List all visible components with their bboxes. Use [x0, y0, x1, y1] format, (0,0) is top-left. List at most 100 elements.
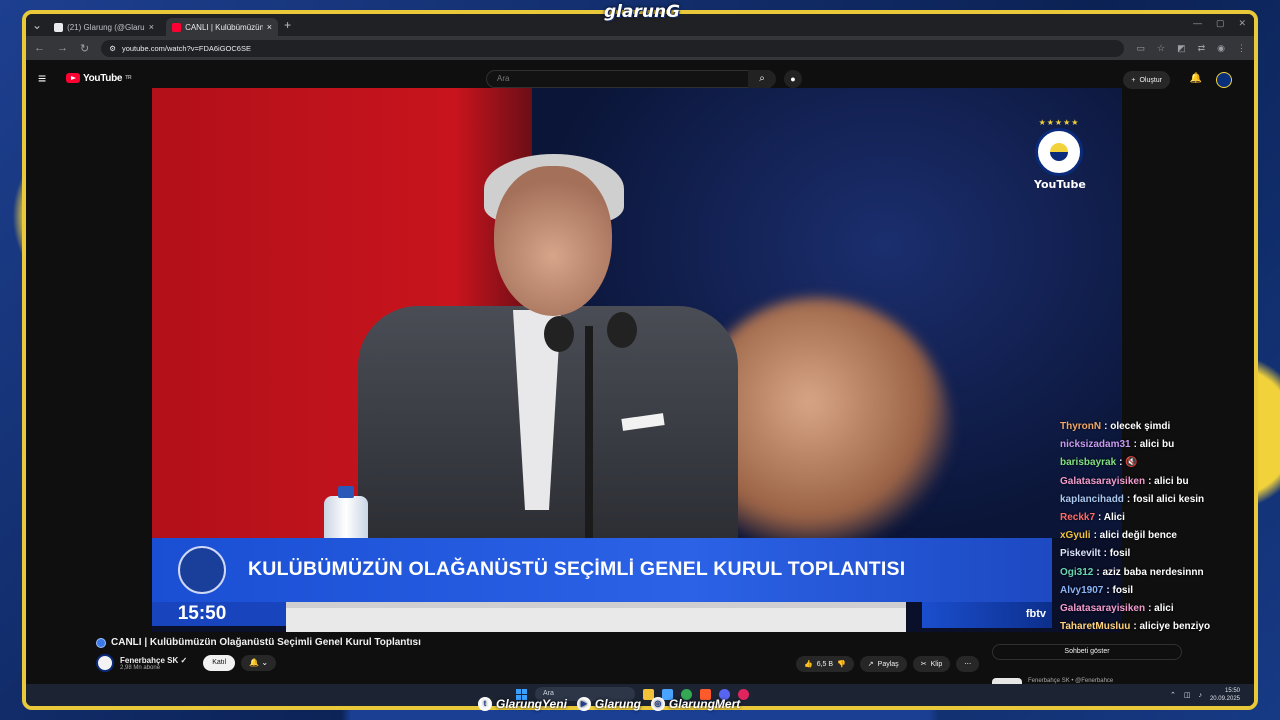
thumbs-down-icon[interactable]: 👎	[837, 660, 846, 668]
chat-text: : fosil	[1106, 584, 1134, 596]
notifications-bell-icon[interactable]: 🔔	[1190, 73, 1202, 84]
share-button[interactable]: ↗ Paylaş	[859, 656, 907, 672]
live-globe-icon	[96, 637, 106, 648]
social-footer: t GlarungYeni ▶ Glarung ◎ GlarungMert	[478, 697, 740, 711]
chat-username: Piskevilt	[1060, 548, 1101, 560]
microphone-stand	[585, 326, 593, 546]
clip-label: Klip	[930, 660, 943, 668]
join-button[interactable]: Katıl	[203, 655, 236, 671]
close-icon[interactable]: ×	[149, 22, 154, 32]
stars-icon: ★★★★★	[1038, 118, 1080, 127]
x-favicon-icon	[54, 22, 64, 32]
instagram-icon: ◎	[650, 697, 665, 711]
time-text: 15:50	[1224, 688, 1240, 694]
chat-text: : aziz baba nerdesinnn	[1096, 566, 1204, 578]
forward-icon[interactable]: →	[57, 42, 68, 54]
tab-x[interactable]: (21) Glarung (@GlarungYedek) / X ×	[48, 18, 160, 36]
create-label: Oluştur	[1139, 76, 1162, 84]
chat-message: Piskevilt: fosil	[1060, 545, 1250, 563]
tab-search-icon[interactable]: ⌄	[32, 18, 42, 32]
chat-message: Galatasarayisiken: alici bu	[1060, 473, 1250, 491]
youtube-play-icon	[66, 73, 80, 83]
reload-icon[interactable]: ↻	[80, 42, 89, 55]
fbtv-tag: fbtv	[922, 602, 1052, 628]
chat-username: nicksizadam31	[1060, 439, 1131, 451]
system-tray: ⌃ ◫ ♪ 15:50 20.09.2025	[1170, 687, 1240, 703]
like-count: 6,5 B	[816, 660, 834, 668]
clip-button[interactable]: ✂ Klip	[912, 656, 951, 672]
menu-icon[interactable]: ≡	[38, 70, 60, 86]
chat-overlay: ThyronN: olecek şimdi nicksizadam31: alic…	[1060, 418, 1250, 640]
youtube-logo-text: YouTube	[83, 72, 123, 84]
minimize-icon[interactable]: —	[1193, 18, 1202, 29]
chat-username: ThyronN	[1060, 421, 1102, 432]
like-button[interactable]: 👍 6,5 B 👎	[796, 656, 854, 672]
channel-name[interactable]: Fenerbahçe SK ✓	[120, 656, 187, 665]
browser-menu-icon[interactable]: ⋮	[1237, 43, 1246, 54]
verified-icon: ✓	[180, 655, 188, 665]
network-icon[interactable]: ◫	[1184, 691, 1191, 699]
lower-third-banner: KULÜBÜMÜZÜN OLAĞANÜSTÜ SEÇİMLİ GENEL KUR…	[152, 538, 1052, 602]
bookmark-star-icon[interactable]: ☆	[1157, 43, 1165, 54]
chat-message: Reckk7: Alici	[1060, 509, 1250, 527]
instagram-handle: GlarungMert	[668, 697, 741, 711]
scissors-icon: ✂	[920, 661, 927, 668]
site-info-icon[interactable]: ⚙	[109, 44, 116, 53]
region-code: TR	[125, 75, 132, 81]
extension-icon[interactable]: ◩	[1177, 43, 1186, 54]
url-field[interactable]: ⚙ youtube.com/watch?v=FDA6iGOC6SE	[101, 39, 1125, 57]
search-icon[interactable]: ⌕	[748, 70, 776, 88]
microphone-left	[544, 316, 574, 352]
channel-watermark: ★★★★★ YouTube	[1034, 118, 1086, 191]
account-avatar[interactable]	[1216, 72, 1232, 88]
chat-message: Ogi312: aziz baba nerdesinnn	[1060, 564, 1250, 582]
search-input[interactable]: Ara	[486, 70, 770, 88]
channel-avatar[interactable]	[96, 654, 114, 672]
chat-text: : alici bu	[1133, 439, 1175, 451]
video-player[interactable]: ★★★★★ YouTube KULÜBÜMÜZÜN OLAĞANÜSTÜ SEÇ…	[152, 88, 1122, 632]
chat-text: : alici değil bence	[1093, 530, 1177, 542]
chat-text: : aliciye benziyo	[1133, 621, 1211, 633]
water-bottle	[324, 486, 368, 544]
channel-info: Fenerbahçe SK ✓ 2,98 Mn abone	[120, 656, 187, 671]
new-tab-icon[interactable]: +	[284, 18, 291, 32]
broadcast-clock: 15:50	[152, 602, 252, 626]
video-title-row: CANLI | Kulübümüzün Olağanüstü Seçimli G…	[96, 637, 421, 648]
chevron-up-icon[interactable]: ⌃	[1170, 691, 1176, 699]
date-text: 20.09.2025	[1209, 696, 1240, 702]
chat-message: kaplancihadd: fosil alici kesin	[1060, 491, 1250, 509]
share-icon: ↗	[867, 661, 874, 668]
translate-icon[interactable]: ⇄	[1198, 43, 1206, 54]
show-chat-button[interactable]: Sohbeti göster	[992, 644, 1182, 660]
twitter-icon: t	[478, 697, 492, 711]
chat-text: : Alici	[1098, 512, 1125, 524]
tab-youtube[interactable]: CANLI | Kulübümüzün Olağanüstü Seçimli G…	[166, 18, 279, 36]
chat-username: xGyuli	[1060, 530, 1091, 542]
back-icon[interactable]: ←	[34, 42, 45, 54]
banner-title: KULÜBÜMÜZÜN OLAĞANÜSTÜ SEÇİMLİ GENEL KUR…	[248, 558, 906, 580]
chat-text: : alici bu	[1148, 475, 1189, 487]
extensions: ▭ ☆ ◩ ⇄ ◉ ⋮	[1136, 43, 1246, 54]
close-icon[interactable]: ×	[267, 22, 272, 32]
subscribe-bell-button[interactable]: 🔔 ⌄	[241, 655, 277, 671]
cast-icon[interactable]: ▭	[1136, 43, 1145, 54]
profile-icon[interactable]: ◉	[1217, 43, 1225, 54]
microphone-icon[interactable]: ●	[784, 70, 802, 88]
chat-text: : olecek şimdi	[1104, 421, 1171, 432]
chat-message: Galatasarayisiken: alici	[1060, 600, 1250, 618]
chat-username: TaharetMusluu	[1060, 621, 1131, 633]
chat-username: Galatasarayisiken	[1060, 603, 1146, 615]
maximize-icon[interactable]: ▢	[1216, 18, 1225, 29]
volume-icon[interactable]: ♪	[1198, 692, 1202, 699]
address-bar-row: ← → ↻ ⚙ youtube.com/watch?v=FDA6iGOC6SE …	[26, 36, 1254, 60]
browser-window: ⌄ (21) Glarung (@GlarungYedek) / X × CAN…	[22, 10, 1258, 710]
more-actions-button[interactable]: ⋯	[956, 656, 980, 672]
youtube-logo[interactable]: YouTube TR	[66, 72, 132, 84]
close-window-icon[interactable]: ✕	[1238, 18, 1246, 29]
chat-text: : 🔇	[1119, 457, 1138, 469]
create-button[interactable]: + Oluştur	[1123, 71, 1170, 89]
clock[interactable]: 15:50 20.09.2025	[1210, 687, 1240, 703]
chat-message: Alvy1907: fosil	[1060, 582, 1250, 600]
chat-message: ThyronN: olecek şimdi	[1060, 418, 1250, 436]
video-title: CANLI | Kulübümüzün Olağanüstü Seçimli G…	[111, 637, 421, 648]
